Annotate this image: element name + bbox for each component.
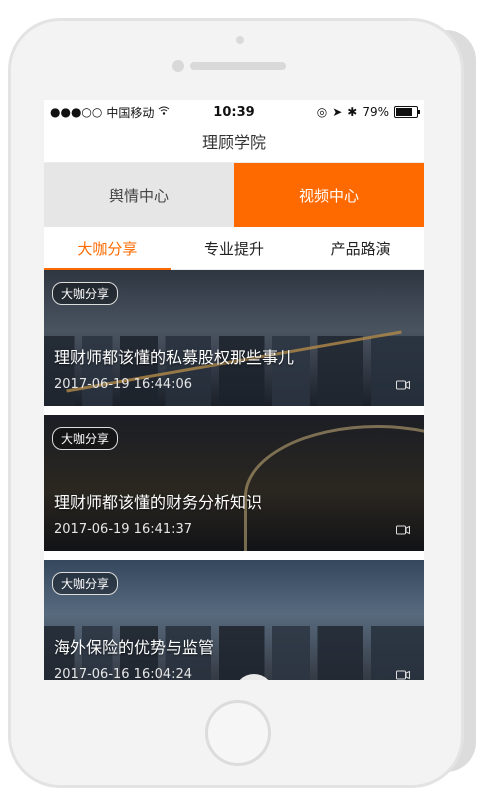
video-timestamp: 2017-06-16 16:04:24 xyxy=(54,667,193,680)
tab-product-roadshow[interactable]: 产品路演 xyxy=(297,227,424,269)
segment-public-opinion[interactable]: 舆情中心 xyxy=(44,163,234,227)
video-icon xyxy=(396,525,410,535)
video-icon xyxy=(396,670,410,680)
video-timestamp: 2017-06-19 16:41:37 xyxy=(54,522,193,537)
page-title: 理顾学院 xyxy=(44,124,424,163)
category-badge: 大咖分享 xyxy=(52,282,119,305)
video-title: 海外保险的优势与监管 xyxy=(54,638,215,657)
battery-icon xyxy=(394,106,420,118)
front-camera xyxy=(236,36,244,44)
tab-professional-improvement[interactable]: 专业提升 xyxy=(171,227,298,269)
video-timestamp: 2017-06-19 16:44:06 xyxy=(54,377,193,392)
phone-screen: ●●●○○ 中国移动 10:39 ◎ ➤ ✱ 79% 理顾学院 舆情中心 视频中… xyxy=(44,100,424,680)
tab-expert-sharing[interactable]: 大咖分享 xyxy=(44,227,171,270)
status-bar: ●●●○○ 中国移动 10:39 ◎ ➤ ✱ 79% xyxy=(44,100,424,124)
sub-tab-bar: 大咖分享 专业提升 产品路演 xyxy=(44,227,424,270)
home-button[interactable] xyxy=(205,700,271,766)
category-badge: 大咖分享 xyxy=(52,572,119,595)
segment-video-center[interactable]: 视频中心 xyxy=(234,163,424,227)
video-list: 大咖分享 理财师都该懂的私募股权那些事儿 2017-06-19 16:44:06… xyxy=(44,270,424,680)
video-card[interactable]: 大咖分享 理财师都该懂的财务分析知识 2017-06-19 16:41:37 xyxy=(44,415,424,551)
video-icon xyxy=(396,380,410,390)
video-title: 理财师都该懂的私募股权那些事儿 xyxy=(54,348,295,367)
video-title: 理财师都该懂的财务分析知识 xyxy=(54,493,263,512)
earpiece-speaker xyxy=(190,62,286,70)
video-card[interactable]: 大咖分享 理财师都该懂的私募股权那些事儿 2017-06-19 16:44:06 xyxy=(44,270,424,406)
category-badge: 大咖分享 xyxy=(52,427,119,450)
battery-fill xyxy=(396,108,412,116)
video-card[interactable]: 大咖分享 海外保险的优势与监管 2017-06-16 16:04:24 xyxy=(44,560,424,680)
proximity-sensor xyxy=(172,60,184,72)
status-time: 10:39 xyxy=(213,104,255,120)
segment-control: 舆情中心 视频中心 xyxy=(44,163,424,227)
